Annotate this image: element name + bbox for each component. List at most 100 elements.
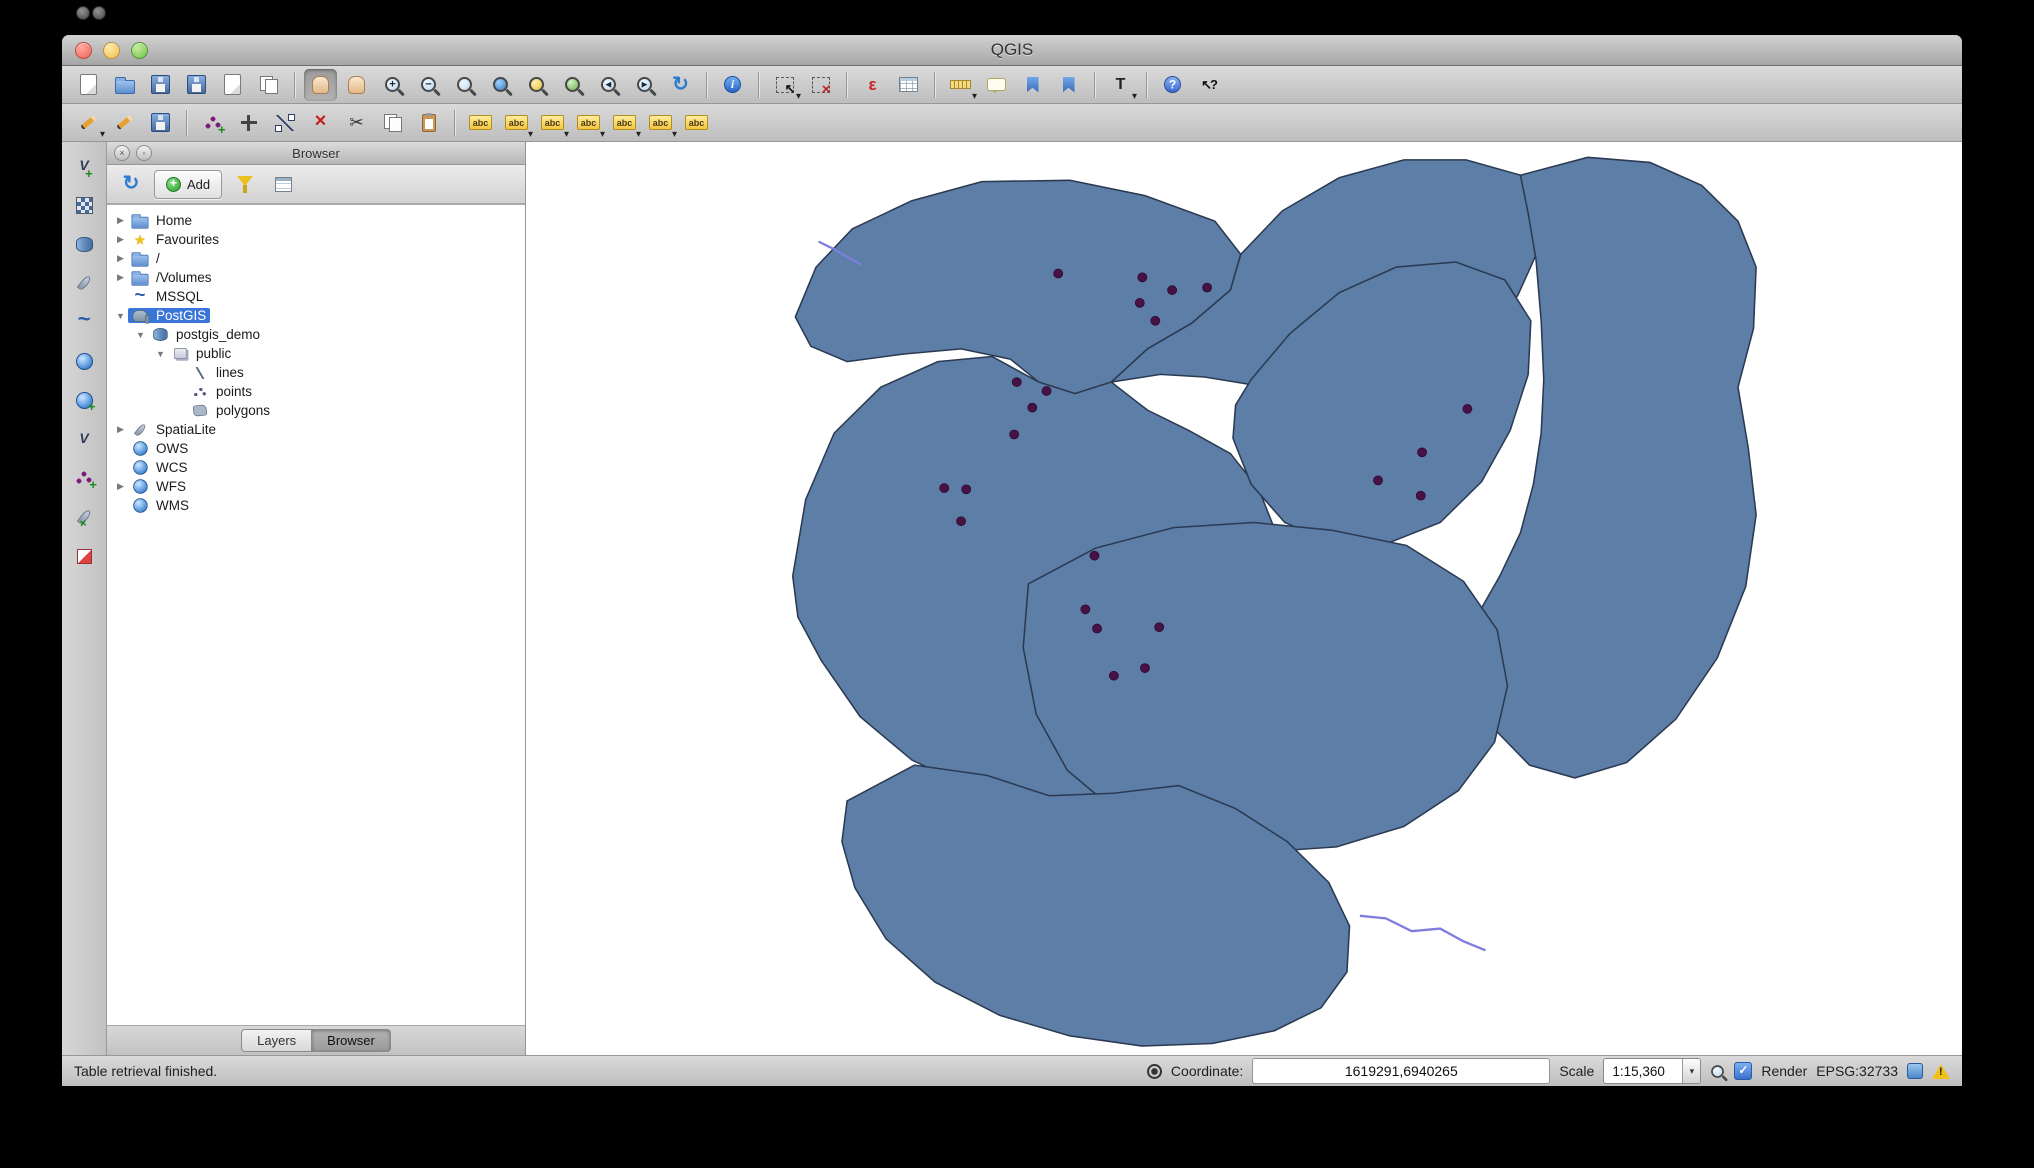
move-feature-button[interactable] (232, 107, 265, 139)
add-wcs-layer-button[interactable] (68, 384, 100, 416)
pan-to-selection-button[interactable] (340, 69, 373, 101)
tree-item-polygons[interactable]: polygons (107, 401, 525, 420)
label-add-button[interactable] (500, 107, 533, 139)
add-spatialite-layer-button[interactable] (68, 267, 100, 299)
label-move-button[interactable] (536, 107, 569, 139)
new-bookmark-button[interactable] (1016, 69, 1049, 101)
tree-item-root[interactable]: / (107, 249, 525, 268)
tree-item-public[interactable]: public (107, 344, 525, 363)
new-project-button[interactable] (72, 69, 105, 101)
label-pin-button[interactable] (608, 107, 641, 139)
minimize-button[interactable] (103, 42, 120, 59)
zoom-to-selection-button[interactable] (520, 69, 553, 101)
map-svg[interactable] (526, 142, 1962, 1055)
map-tips-button[interactable] (980, 69, 1013, 101)
label-properties-button[interactable] (680, 107, 713, 139)
labeling-button[interactable] (464, 107, 497, 139)
show-bookmarks-button[interactable] (1052, 69, 1085, 101)
zoom-last-button[interactable] (592, 69, 625, 101)
coordinate-target-icon[interactable] (1147, 1064, 1162, 1079)
paste-features-button[interactable] (412, 107, 445, 139)
save-project-as-button[interactable] (180, 69, 213, 101)
tree-item-spatialite[interactable]: SpatiaLite (107, 420, 525, 439)
tree-expander-icon[interactable] (113, 311, 128, 321)
save-edits-button[interactable] (144, 107, 177, 139)
tree-item-wcs[interactable]: WCS (107, 458, 525, 477)
select-by-expression-button[interactable] (856, 69, 889, 101)
help-contents-button[interactable] (1156, 69, 1189, 101)
open-attribute-table-button[interactable] (892, 69, 925, 101)
add-mssql-layer-button[interactable] (68, 306, 100, 338)
add-wms-layer-button[interactable] (68, 345, 100, 377)
select-features-button[interactable] (768, 69, 801, 101)
tree-item-body[interactable]: WFS (128, 478, 190, 495)
new-shapefile-layer-button[interactable] (68, 462, 100, 494)
render-checkbox[interactable] (1734, 1062, 1752, 1080)
coordinate-input[interactable] (1252, 1058, 1550, 1084)
tree-item-body[interactable]: points (188, 384, 256, 399)
tree-item-lines[interactable]: lines (107, 363, 525, 382)
tree-item-body[interactable]: / (128, 250, 164, 268)
tree-item-wfs[interactable]: WFS (107, 477, 525, 496)
tree-item-favourites[interactable]: Favourites (107, 230, 525, 249)
properties-button[interactable] (268, 171, 298, 198)
new-spatialite-layer-button[interactable] (68, 501, 100, 533)
zoom-to-layer-button[interactable] (556, 69, 589, 101)
tree-expander-icon[interactable] (113, 272, 128, 283)
tree-item-body[interactable]: WCS (128, 459, 192, 476)
tree-item-postgis-demo[interactable]: postgis_demo (107, 325, 525, 344)
add-raster-layer-button[interactable] (68, 189, 100, 221)
cut-features-button[interactable] (340, 107, 373, 139)
copy-features-button[interactable] (376, 107, 409, 139)
add-postgis-layer-button[interactable] (68, 228, 100, 260)
tree-item-postgis[interactable]: PostGIS (107, 306, 525, 325)
zoom-full-button[interactable] (484, 69, 517, 101)
tree-expander-icon[interactable] (133, 330, 148, 340)
identify-features-button[interactable] (716, 69, 749, 101)
title-bar[interactable]: QGIS (62, 35, 1962, 66)
tree-item-body[interactable]: lines (188, 365, 248, 380)
tree-expander-icon[interactable] (113, 424, 128, 435)
add-feature-button[interactable] (196, 107, 229, 139)
panel-float-button[interactable]: ◦ (136, 145, 152, 161)
add-layer-button[interactable]: Add (154, 170, 222, 199)
log-messages-icon[interactable] (1932, 1064, 1950, 1079)
scale-combo-arrow-icon[interactable]: ▾ (1682, 1059, 1700, 1083)
tree-item-body[interactable]: polygons (188, 403, 274, 418)
tree-item-body[interactable]: OWS (128, 440, 192, 457)
tree-item-body[interactable]: WMS (128, 497, 193, 514)
map-canvas[interactable] (526, 142, 1962, 1055)
tree-item-points[interactable]: points (107, 382, 525, 401)
remove-layer-button[interactable] (68, 540, 100, 572)
label-rotate-button[interactable] (572, 107, 605, 139)
open-project-button[interactable] (108, 69, 141, 101)
text-annotation-button[interactable] (1104, 69, 1137, 101)
scale-combo[interactable]: 1:15,360 ▾ (1603, 1058, 1701, 1084)
panel-close-button[interactable]: × (114, 145, 130, 161)
composer-manager-button[interactable] (252, 69, 285, 101)
label-show-hide-button[interactable] (644, 107, 677, 139)
tree-expander-icon[interactable] (113, 481, 128, 492)
refresh-browser-button[interactable] (116, 171, 146, 198)
tree-item-body[interactable]: Home (128, 212, 196, 230)
current-edits-button[interactable] (72, 107, 105, 139)
toggle-editing-button[interactable] (108, 107, 141, 139)
zoom-next-button[interactable] (628, 69, 661, 101)
delete-selected-button[interactable] (304, 107, 337, 139)
browser-panel-header[interactable]: × ◦ Browser (107, 142, 525, 165)
refresh-map-button[interactable] (664, 69, 697, 101)
crs-status-icon[interactable] (1907, 1063, 1923, 1079)
tree-item-body[interactable]: postgis_demo (148, 327, 264, 342)
new-print-composer-button[interactable] (216, 69, 249, 101)
tab-browser[interactable]: Browser (312, 1029, 391, 1052)
zoom-actual-button[interactable] (448, 69, 481, 101)
scale-magnifier-icon[interactable] (1711, 1065, 1724, 1078)
add-wfs-layer-button[interactable] (68, 423, 100, 455)
tree-item-wms[interactable]: WMS (107, 496, 525, 515)
tree-item-volumes[interactable]: /Volumes (107, 268, 525, 287)
tree-item-body[interactable]: Favourites (128, 230, 223, 250)
whats-this-button[interactable] (1192, 69, 1225, 101)
tree-expander-icon[interactable] (113, 253, 128, 264)
tree-expander-icon[interactable] (113, 215, 128, 226)
close-button[interactable] (75, 42, 92, 59)
